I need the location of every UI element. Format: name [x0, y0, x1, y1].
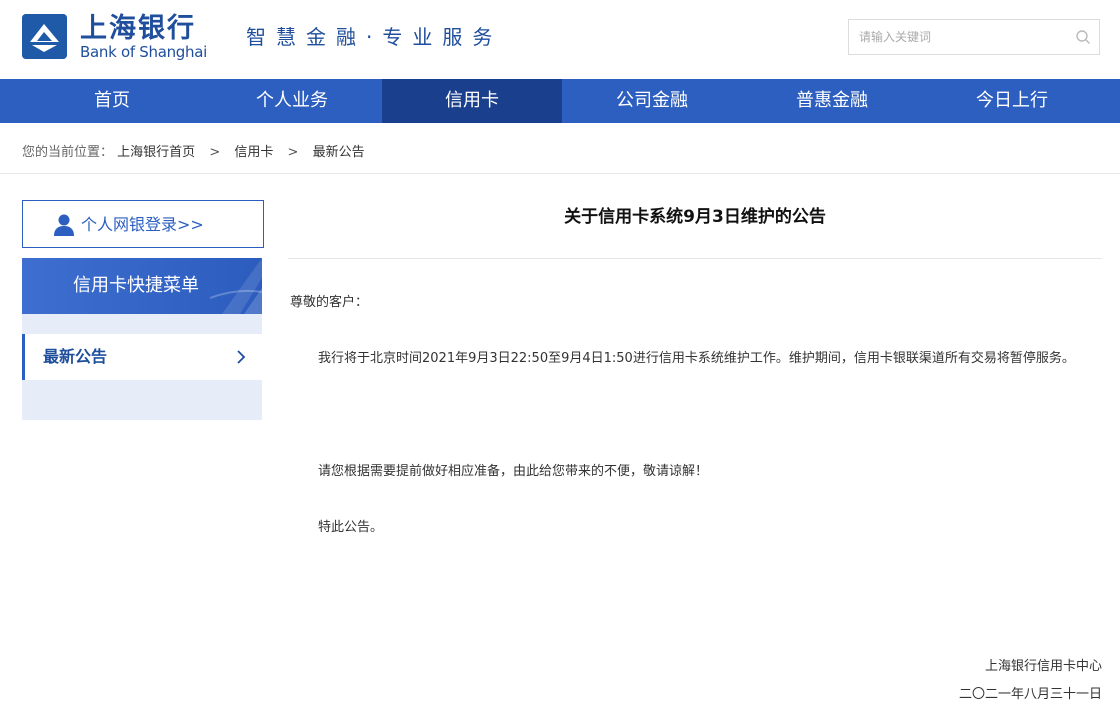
nav-item-personal[interactable]: 个人业务	[202, 79, 382, 123]
breadcrumb: 您的当前位置： 上海银行首页 > 信用卡 > 最新公告	[22, 144, 365, 162]
bank-logo[interactable]: 上海银行 Bank of Shanghai	[22, 13, 207, 64]
search-icon[interactable]	[1075, 29, 1091, 45]
sidebar-item-label: 最新公告	[43, 347, 108, 366]
search-box	[848, 19, 1100, 55]
quick-menu-title: 信用卡快捷菜单	[22, 258, 262, 314]
quick-menu-title-label: 信用卡快捷菜单	[73, 275, 199, 296]
article-paragraph: 我行将于北京时间2021年9月3日22:50至9月4日1:50进行信用卡系统维护…	[318, 351, 1075, 366]
site-header: 上海银行 Bank of Shanghai 智慧金融·专业服务	[0, 0, 1120, 79]
article-greeting: 尊敬的客户：	[290, 295, 369, 310]
breadcrumb-prefix: 您的当前位置：	[22, 145, 114, 160]
breadcrumb-credit-card-link[interactable]: 信用卡	[234, 145, 273, 160]
title-divider	[288, 258, 1102, 259]
main-nav: 首页 个人业务 信用卡 公司金融 普惠金融 今日上行	[0, 79, 1120, 123]
logo-english-name: Bank of Shanghai	[80, 43, 207, 61]
breadcrumb-separator: >	[209, 145, 221, 160]
nav-item-corporate[interactable]: 公司金融	[562, 79, 742, 123]
chevron-right-icon	[237, 350, 246, 364]
breadcrumb-home-link[interactable]: 上海银行首页	[117, 145, 195, 160]
breadcrumb-separator: >	[287, 145, 299, 160]
slogan: 智慧金融·专业服务	[246, 25, 503, 49]
personal-ebank-login-button[interactable]: 个人网银登录>>	[22, 200, 264, 248]
bank-logo-icon	[22, 14, 67, 59]
logo-chinese-name: 上海银行	[80, 13, 196, 44]
breadcrumb-current[interactable]: 最新公告	[313, 145, 365, 160]
nav-item-news[interactable]: 今日上行	[922, 79, 1102, 123]
login-label: 个人网银登录>>	[81, 215, 204, 234]
nav-item-inclusive-finance[interactable]: 普惠金融	[742, 79, 922, 123]
article-signature: 上海银行信用卡中心	[984, 659, 1102, 674]
nav-item-home[interactable]: 首页	[22, 79, 202, 123]
user-icon	[54, 214, 74, 236]
article-title: 关于信用卡系统9月3日维护的公告	[564, 207, 826, 227]
search-input[interactable]	[859, 28, 1069, 46]
nav-item-credit-card[interactable]: 信用卡	[382, 79, 562, 123]
breadcrumb-divider	[0, 173, 1120, 174]
article-date: 二〇二一年八月三十一日	[958, 687, 1102, 702]
sidebar-item-latest-notice[interactable]: 最新公告	[22, 334, 262, 380]
article-paragraph: 特此公告。	[318, 520, 384, 535]
decorative-swoosh-icon	[209, 258, 262, 314]
article-paragraph: 请您根据需要提前做好相应准备，由此给您带来的不便，敬请谅解！	[318, 464, 709, 479]
